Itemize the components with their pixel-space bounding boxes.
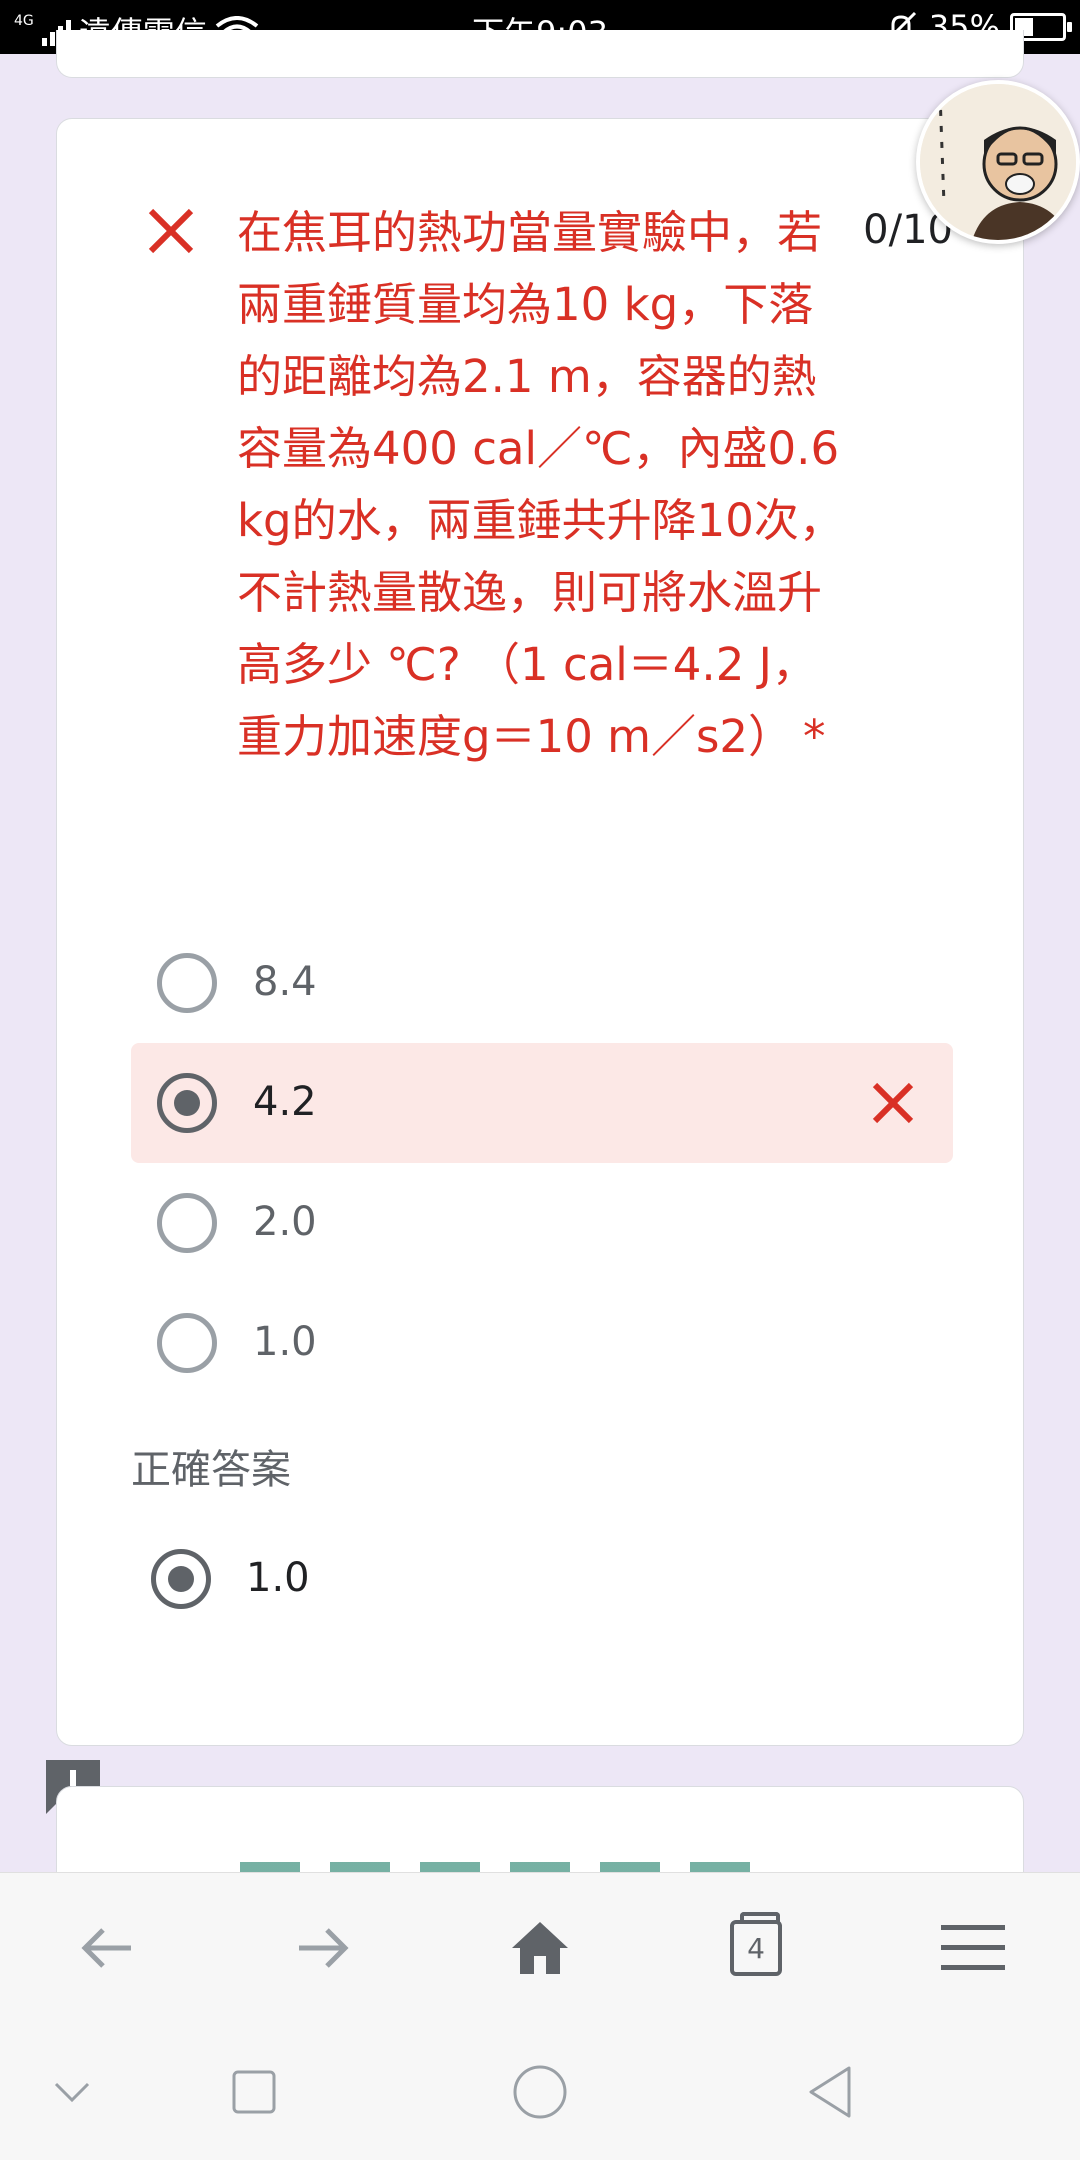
correct-answer-option: 1.0	[131, 1519, 531, 1639]
required-asterisk: *	[803, 710, 826, 763]
system-back-button[interactable]	[790, 2052, 870, 2132]
correct-answer-title: 正確答案	[131, 1447, 291, 1493]
incorrect-icon	[148, 208, 194, 254]
option-label: 4.2	[253, 1079, 317, 1125]
triangle-back-icon	[809, 2066, 851, 2118]
system-home-button[interactable]	[500, 2052, 580, 2132]
recent-apps-button[interactable]	[214, 2052, 294, 2132]
tabs-button[interactable]: 4	[711, 1903, 801, 1993]
radio-button[interactable]	[157, 1313, 217, 1373]
wrong-answer-icon	[872, 1082, 914, 1124]
floating-avatar-bubble[interactable]	[916, 80, 1080, 244]
home-icon	[512, 1922, 568, 1974]
circle-icon	[513, 2065, 567, 2119]
home-button[interactable]	[495, 1903, 585, 1993]
option-1-0[interactable]: 1.0	[131, 1283, 953, 1403]
radio-button[interactable]	[157, 1193, 217, 1253]
avatar-illustration	[920, 84, 1076, 240]
system-navigation-bar	[0, 2022, 1080, 2160]
option-label: 2.0	[253, 1199, 317, 1245]
arrow-right-icon	[299, 1928, 349, 1968]
correct-answer-label: 1.0	[246, 1555, 310, 1601]
option-label: 1.0	[253, 1319, 317, 1365]
arrow-left-icon	[81, 1928, 131, 1968]
radio-button-checked	[151, 1549, 211, 1609]
tab-count: 4	[747, 1931, 765, 1965]
question-text: 在焦耳的熱功當量實驗中，若兩重錘質量均為10 kg，下落的距離均為2.1 m，容…	[237, 197, 857, 773]
option-4-2-selected-wrong[interactable]: 4.2	[131, 1043, 953, 1163]
option-2-0[interactable]: 2.0	[131, 1163, 953, 1283]
square-icon	[232, 2070, 276, 2114]
tabs-icon: 4	[730, 1912, 782, 1976]
hamburger-menu-icon	[941, 1925, 1005, 1970]
question-body: 在焦耳的熱功當量實驗中，若兩重錘質量均為10 kg，下落的距離均為2.1 m，容…	[237, 206, 844, 763]
option-8-4[interactable]: 8.4	[131, 923, 953, 1043]
menu-button[interactable]	[928, 1903, 1018, 1993]
radio-button[interactable]	[157, 953, 217, 1013]
hide-navbar-button[interactable]	[32, 2052, 112, 2132]
question-card: 在焦耳的熱功當量實驗中，若兩重錘質量均為10 kg，下落的距離均為2.1 m，容…	[56, 118, 1024, 1746]
radio-button-checked[interactable]	[157, 1073, 217, 1133]
next-question-text-peek	[240, 1862, 760, 1872]
option-label: 8.4	[253, 959, 317, 1005]
chevron-down-icon	[54, 2082, 90, 2103]
browser-toolbar: 4	[0, 1872, 1080, 2022]
forward-button[interactable]	[278, 1903, 368, 1993]
back-button[interactable]	[62, 1903, 152, 1993]
previous-question-card	[56, 30, 1024, 78]
